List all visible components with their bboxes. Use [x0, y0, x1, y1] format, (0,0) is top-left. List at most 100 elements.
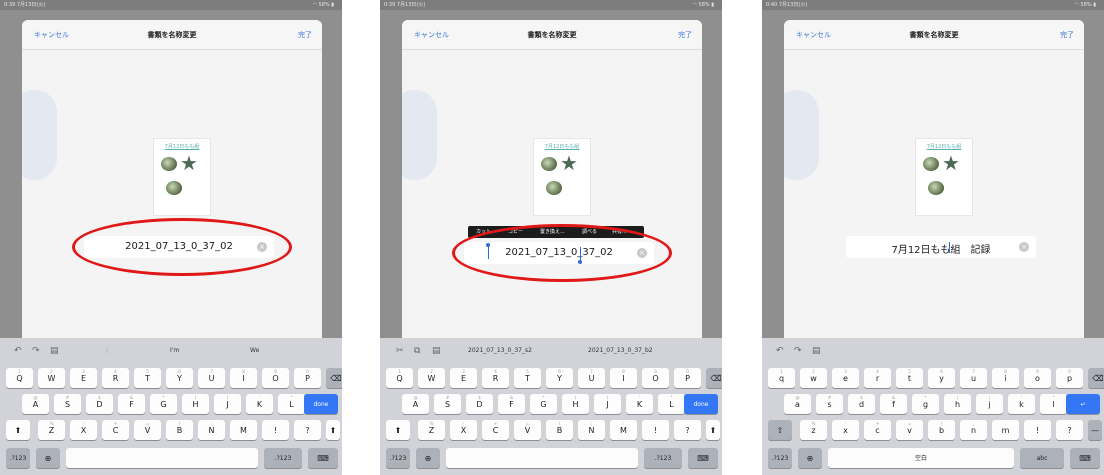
done-button[interactable]: 完了 — [678, 30, 692, 40]
key-t[interactable]: 5T — [514, 368, 541, 388]
key-q[interactable]: 1q — [768, 368, 795, 388]
key-m[interactable]: :m — [992, 420, 1019, 440]
shift-key-left[interactable]: ⬆ — [386, 420, 410, 440]
key-t[interactable]: 5T — [134, 368, 161, 388]
key-z[interactable]: % Z — [38, 420, 65, 440]
key-n[interactable]: ; N — [198, 420, 225, 440]
return-key[interactable]: ↵ — [1066, 394, 1100, 414]
key-v[interactable]: = v — [896, 420, 923, 440]
return-key[interactable]: done — [304, 394, 338, 414]
key-question[interactable]: .? — [1056, 420, 1083, 440]
key-e[interactable]: 3e — [832, 368, 859, 388]
filename-input[interactable]: 7月12日もも組 記録 — [846, 241, 1036, 256]
delete-key[interactable]: ⌫ — [1088, 368, 1104, 388]
key-j[interactable]: ) J — [594, 394, 621, 414]
key-q[interactable]: 1Q — [6, 368, 33, 388]
key-g[interactable]: * G — [530, 394, 557, 414]
key-o[interactable]: 9o — [1024, 368, 1051, 388]
delete-key[interactable]: ⌫ — [706, 368, 722, 388]
shift-key-right[interactable]: ⬆ — [326, 420, 340, 440]
key-x[interactable]: -X — [70, 420, 97, 440]
key-exclaim[interactable]: ,! — [642, 420, 669, 440]
key-s[interactable]: # S — [54, 394, 81, 414]
shift-key-right[interactable]: — — [1088, 420, 1102, 440]
key-t[interactable]: 5t — [896, 368, 923, 388]
key-k[interactable]: ' K — [246, 394, 273, 414]
shift-key-left[interactable]: ⇧ — [768, 420, 792, 440]
shift-key-left[interactable]: ⬆ — [6, 420, 30, 440]
paste-icon[interactable]: ▤ — [50, 346, 59, 356]
key-y[interactable]: 6Y — [546, 368, 573, 388]
filename-field[interactable]: 7月12日もも組 記録 × — [846, 236, 1036, 258]
redo-icon[interactable]: ↷ — [794, 346, 802, 356]
key-p[interactable]: 0P — [674, 368, 701, 388]
number-key[interactable]: .?123 — [6, 448, 30, 468]
keyboard-dismiss-key[interactable]: ⌨ — [1070, 448, 1100, 468]
return-key[interactable]: done — [684, 394, 718, 414]
key-o[interactable]: 9O — [642, 368, 669, 388]
key-a[interactable]: @ A — [402, 394, 429, 414]
key-k[interactable]: ' K — [626, 394, 653, 414]
predictive-suggestion[interactable]: 2021_07_13_0_37_b2 — [588, 347, 653, 354]
key-d[interactable]: $ d — [848, 394, 875, 414]
globe-key[interactable]: ⊕ — [416, 448, 440, 468]
done-button[interactable]: 完了 — [298, 30, 312, 40]
undo-icon[interactable]: ↶ — [776, 346, 784, 356]
key-o[interactable]: 9O — [262, 368, 289, 388]
undo-icon[interactable]: ↶ — [14, 346, 22, 356]
number-key-right[interactable]: .?123 — [264, 448, 302, 468]
key-m[interactable]: :M — [610, 420, 637, 440]
key-d[interactable]: $ D — [86, 394, 113, 414]
key-q[interactable]: 1Q — [386, 368, 413, 388]
key-h[interactable]: (h — [944, 394, 971, 414]
key-z[interactable]: % z — [800, 420, 827, 440]
key-s[interactable]: # s — [816, 394, 843, 414]
key-v[interactable]: = V — [514, 420, 541, 440]
key-l[interactable]: " l — [1040, 394, 1067, 414]
key-c[interactable]: + C — [482, 420, 509, 440]
key-k[interactable]: ' k — [1008, 394, 1035, 414]
key-e[interactable]: 3E — [70, 368, 97, 388]
key-r[interactable]: 4R — [102, 368, 129, 388]
globe-key[interactable]: ⊕ — [36, 448, 60, 468]
key-u[interactable]: 7u — [960, 368, 987, 388]
key-b[interactable]: / B — [166, 420, 193, 440]
key-n[interactable]: ; N — [578, 420, 605, 440]
predictive-suggestion[interactable]: 2021_07_13_0_37_s2 — [468, 347, 532, 354]
predictive-suggestion[interactable]: I'm — [170, 347, 179, 354]
number-key-right[interactable]: .?123 — [644, 448, 682, 468]
keyboard-dismiss-key[interactable]: ⌨ — [688, 448, 718, 468]
key-m[interactable]: :M — [230, 420, 257, 440]
key-w[interactable]: 2W — [418, 368, 445, 388]
paste-icon[interactable]: ▤ — [812, 346, 821, 356]
key-l[interactable]: " L — [278, 394, 305, 414]
key-f[interactable]: & F — [498, 394, 525, 414]
key-i[interactable]: 8i — [992, 368, 1019, 388]
key-u[interactable]: 7U — [578, 368, 605, 388]
key-j[interactable]: ) J — [214, 394, 241, 414]
clear-icon[interactable]: × — [1019, 242, 1029, 252]
predictive-suggestion[interactable]: We — [250, 347, 259, 354]
key-j[interactable]: ) j — [976, 394, 1003, 414]
key-a[interactable]: @ A — [22, 394, 49, 414]
cut-icon[interactable]: ✂ — [396, 346, 404, 356]
copy-icon[interactable]: ⧉ — [414, 346, 420, 356]
key-v[interactable]: = V — [134, 420, 161, 440]
key-b[interactable]: / b — [928, 420, 955, 440]
key-s[interactable]: # S — [434, 394, 461, 414]
key-x[interactable]: -x — [832, 420, 859, 440]
key-p[interactable]: 0p — [1056, 368, 1083, 388]
key-y[interactable]: 6y — [928, 368, 955, 388]
shift-key-right[interactable]: ⬆ — [706, 420, 720, 440]
key-a[interactable]: @ a — [784, 394, 811, 414]
delete-key[interactable]: ⌫ — [326, 368, 342, 388]
key-h[interactable]: (H — [182, 394, 209, 414]
key-question[interactable]: .? — [674, 420, 701, 440]
space-key[interactable] — [66, 448, 258, 468]
space-key[interactable] — [446, 448, 638, 468]
key-w[interactable]: 2w — [800, 368, 827, 388]
key-u[interactable]: 7U — [198, 368, 225, 388]
done-button[interactable]: 完了 — [1060, 30, 1074, 40]
key-w[interactable]: 2W — [38, 368, 65, 388]
key-exclaim[interactable]: ,! — [262, 420, 289, 440]
